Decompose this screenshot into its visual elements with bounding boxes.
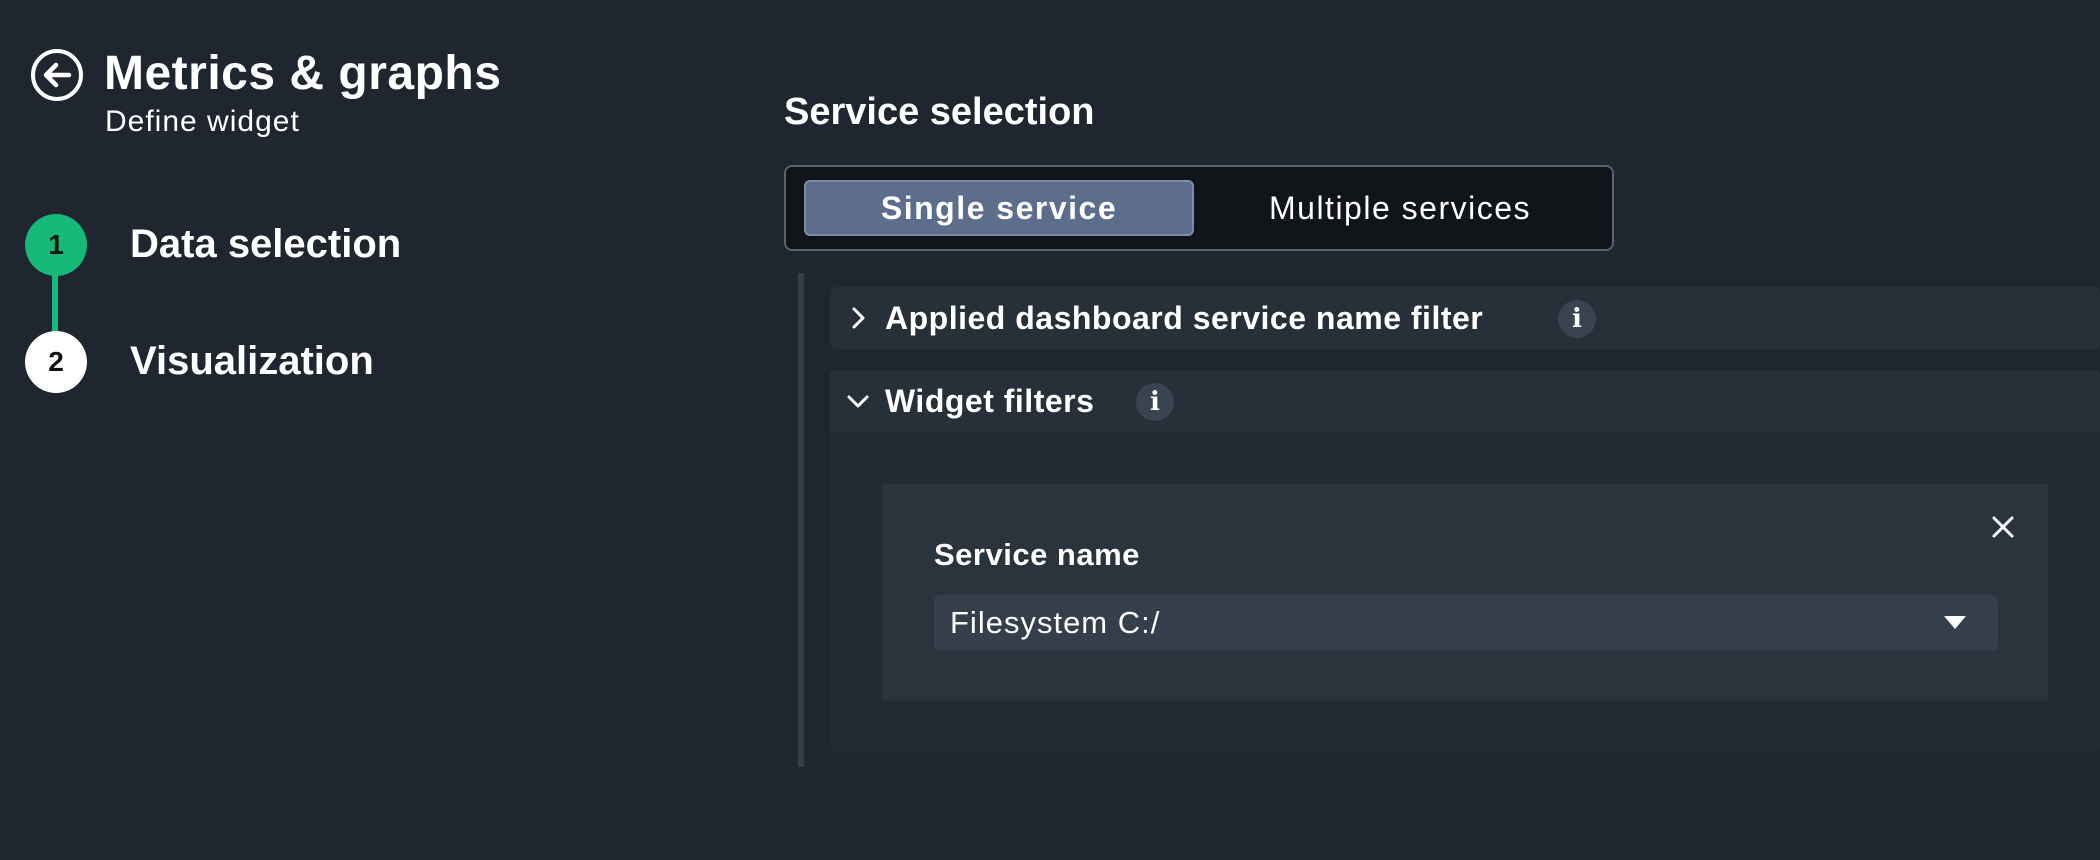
accordion-title: Applied dashboard service name filter: [885, 300, 1484, 336]
back-arrow-icon[interactable]: [29, 47, 85, 103]
service-selection-toggle: Single service Multiple services: [784, 165, 1614, 251]
single-service-option[interactable]: Single service: [804, 180, 1194, 236]
page-title: Metrics & graphs: [104, 47, 502, 100]
accordion-dashboard-filter[interactable]: Applied dashboard service name filter i: [830, 287, 2100, 349]
step-2-indicator[interactable]: 2: [25, 331, 87, 393]
chevron-right-icon: [852, 307, 865, 329]
info-icon[interactable]: i: [1558, 300, 1596, 338]
page-subtitle: Define widget: [105, 105, 300, 138]
service-name-select[interactable]: Filesystem C:/: [934, 595, 1998, 651]
chevron-down-icon: [847, 395, 869, 408]
service-name-label: Service name: [934, 537, 1140, 572]
accordion-title: Widget filters: [885, 383, 1095, 419]
select-value: Filesystem C:/: [950, 605, 1161, 640]
info-icon[interactable]: i: [1136, 383, 1174, 421]
multiple-services-option[interactable]: Multiple services: [1198, 180, 1602, 236]
page: Metrics & graphs Define widget 1 Data se…: [0, 0, 2100, 860]
widget-filters-body: Service name Filesystem C:/: [830, 432, 2100, 752]
caret-down-icon: [1944, 616, 1966, 629]
accordion-widget-filters[interactable]: Widget filters i: [830, 370, 2100, 432]
section-title: Service selection: [784, 91, 1095, 133]
step-connector: [52, 268, 58, 334]
step-1-indicator[interactable]: 1: [25, 214, 87, 276]
service-name-filter-card: Service name Filesystem C:/: [882, 484, 2048, 701]
close-icon[interactable]: [1988, 512, 2018, 542]
section-rail: [798, 273, 804, 767]
step-1-label[interactable]: Data selection: [130, 220, 401, 268]
step-2-label[interactable]: Visualization: [130, 337, 374, 385]
